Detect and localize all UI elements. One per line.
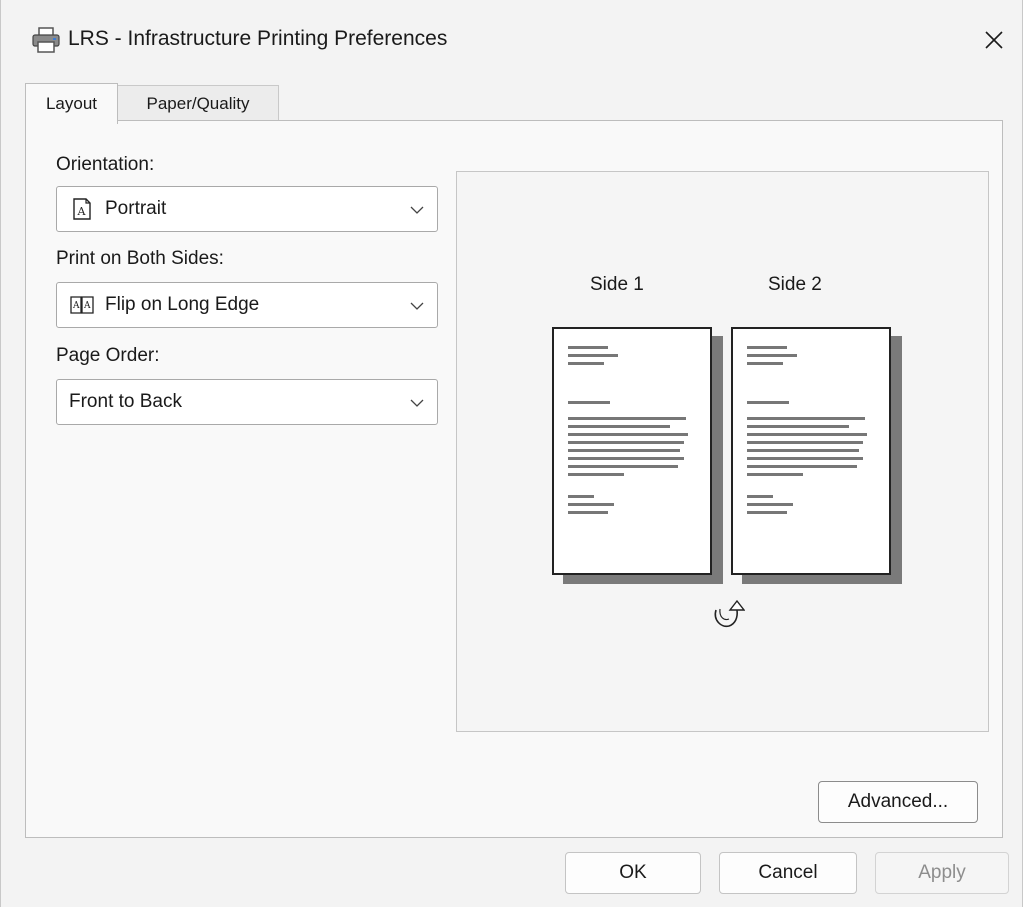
flip-rotate-icon	[714, 599, 745, 628]
page-order-dropdown[interactable]: Front to Back	[56, 379, 438, 425]
dialog-footer: OK Cancel Apply	[1, 838, 1022, 907]
page-order-value: Front to Back	[69, 391, 182, 412]
preview-page-side-1	[552, 327, 712, 575]
advanced-button[interactable]: Advanced...	[818, 781, 978, 823]
title-bar: LRS - Infrastructure Printing Preference…	[1, 0, 1022, 80]
tab-paper-quality[interactable]: Paper/Quality	[117, 85, 279, 122]
window-title: LRS - Infrastructure Printing Preference…	[68, 27, 448, 50]
portrait-page-icon: A	[73, 198, 91, 220]
side-2-label: Side 2	[768, 274, 822, 295]
chevron-down-icon	[410, 206, 424, 214]
apply-button: Apply	[875, 852, 1009, 894]
svg-text:A: A	[83, 301, 91, 311]
orientation-value: Portrait	[105, 198, 167, 219]
orientation-dropdown[interactable]: A Portrait	[56, 186, 438, 232]
cancel-button[interactable]: Cancel	[719, 852, 857, 894]
printer-icon	[31, 26, 61, 54]
side-1-label: Side 1	[590, 274, 644, 295]
page-order-label: Page Order:	[56, 345, 160, 366]
layout-tab-panel: Orientation: A Portrait Print on Both Si…	[25, 120, 1003, 838]
print-both-sides-value: Flip on Long Edge	[105, 294, 260, 315]
ok-button[interactable]: OK	[565, 852, 701, 894]
print-both-sides-label: Print on Both Sides:	[56, 248, 224, 269]
chevron-down-icon	[410, 399, 424, 407]
svg-text:A: A	[77, 205, 87, 218]
book-flip-icon: A A	[70, 296, 94, 314]
orientation-label: Orientation:	[56, 154, 155, 175]
tab-layout[interactable]: Layout	[25, 83, 118, 124]
svg-text:A: A	[72, 301, 80, 311]
preview-page-side-2	[731, 327, 891, 575]
printing-preferences-window: LRS - Infrastructure Printing Preference…	[0, 0, 1023, 907]
print-both-sides-dropdown[interactable]: A A Flip on Long Edge	[56, 282, 438, 328]
close-button[interactable]	[966, 0, 1022, 80]
layout-preview: Side 1 Side 2	[456, 171, 989, 732]
close-icon	[985, 31, 1003, 49]
chevron-down-icon	[410, 302, 424, 310]
